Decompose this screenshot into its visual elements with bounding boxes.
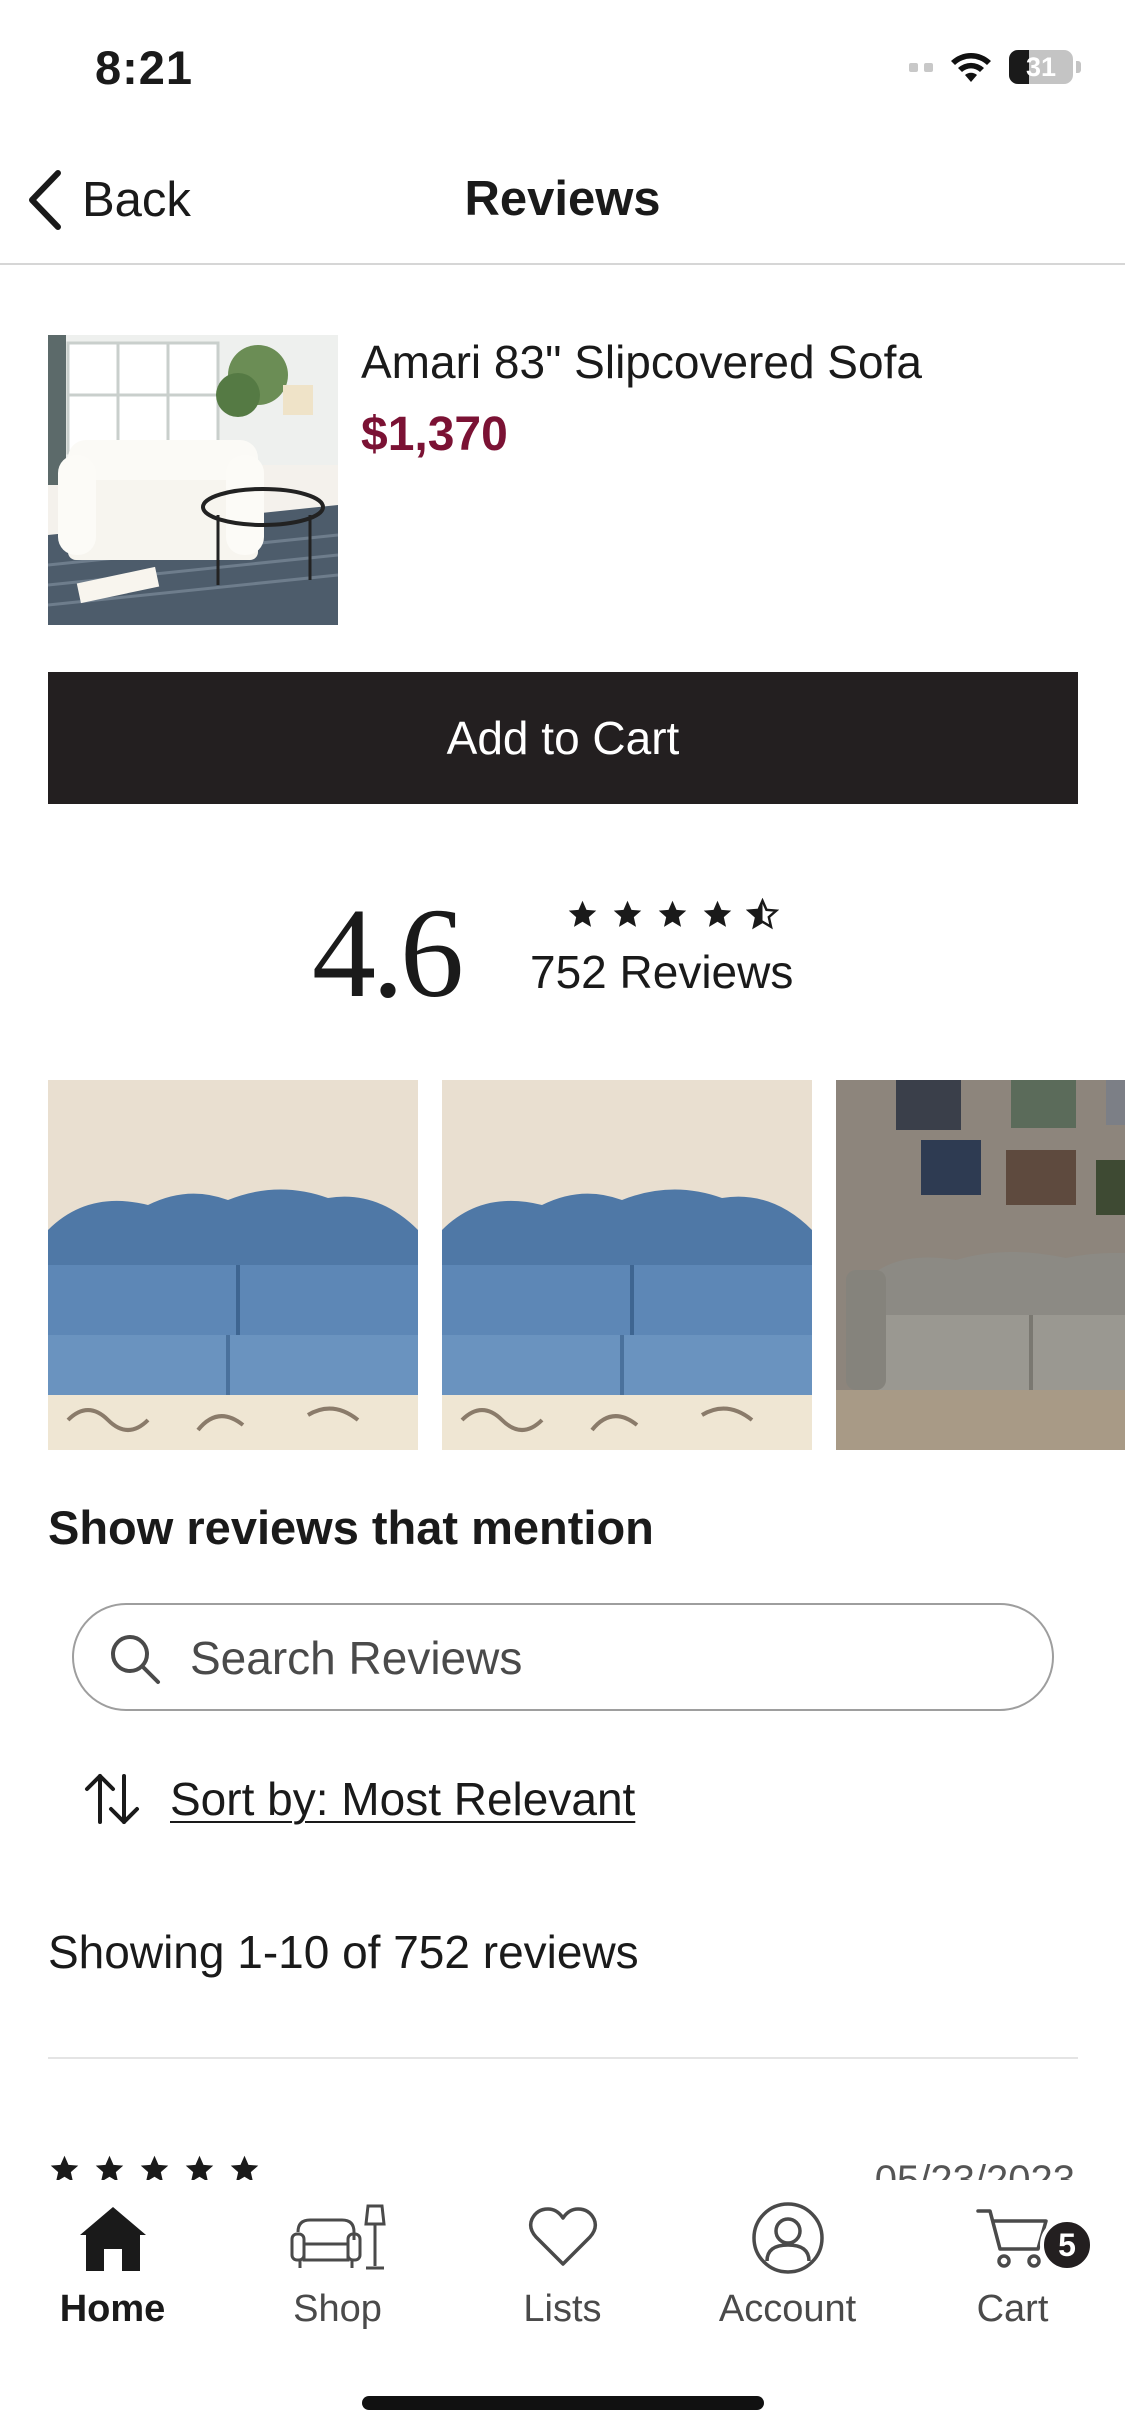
mention-heading: Show reviews that mention (48, 1501, 654, 1554)
tab-label-account: Account (718, 2288, 857, 2330)
average-rating: 4.6 (312, 882, 464, 1024)
status-bar: 8:21 31 (0, 0, 1125, 135)
product-price: $1,370 (361, 408, 508, 461)
star-half-icon (746, 898, 779, 930)
battery-icon: 31 (1009, 50, 1073, 84)
review-count[interactable]: 752 Reviews (530, 945, 793, 999)
cart-count-badge: 5 (1040, 2218, 1094, 2272)
add-to-cart-button[interactable]: Add to Cart (48, 672, 1078, 804)
cart-icon (975, 2209, 1048, 2268)
person-icon (751, 2202, 824, 2274)
home-indicator[interactable] (362, 2396, 764, 2410)
review-photo-gray-sofa[interactable] (836, 1080, 1125, 1450)
house-icon (79, 2207, 146, 2271)
divider (48, 2057, 1078, 2059)
sort-button[interactable]: Sort by: Most Relevant (82, 1770, 635, 1828)
results-count: Showing 1-10 of 752 reviews (48, 1926, 639, 1978)
back-label: Back (82, 173, 191, 227)
search-reviews-field[interactable] (72, 1603, 1054, 1711)
product-summary: Amari 83" Slipcovered Sofa $1,370 (48, 335, 1078, 625)
star-icon (613, 900, 642, 927)
sofa-lamp-icon (290, 2204, 386, 2270)
star-icon (568, 900, 597, 927)
tab-label-cart: Cart (976, 2288, 1049, 2330)
battery-cap (1076, 61, 1081, 73)
product-image[interactable] (48, 335, 338, 625)
search-icon (111, 1635, 160, 1684)
product-name[interactable]: Amari 83" Slipcovered Sofa (361, 335, 922, 389)
tab-home[interactable]: Home (0, 2198, 225, 2348)
tab-label-lists: Lists (523, 2288, 602, 2330)
status-icons: 31 (909, 50, 1081, 84)
tab-label-shop: Shop (293, 2288, 382, 2330)
tab-cart[interactable]: Cart 5 (900, 2198, 1125, 2348)
sort-label: Sort by: Most Relevant (170, 1773, 636, 1825)
star-icon (703, 900, 732, 927)
sort-arrows-icon (85, 1774, 139, 1824)
heart-icon (528, 2207, 597, 2266)
cellular-signal-icon (909, 62, 933, 72)
tab-account[interactable]: Account (675, 2198, 900, 2348)
navigation-bar: Back Reviews (0, 135, 1125, 265)
search-reviews-input[interactable] (190, 1625, 1010, 1691)
battery-percent: 31 (1025, 51, 1057, 82)
tab-shop[interactable]: Shop (225, 2198, 450, 2348)
back-button[interactable]: Back (26, 165, 191, 235)
star-icon (658, 900, 687, 927)
wifi-icon (951, 53, 991, 82)
review-photo-blue-sofa-2[interactable] (442, 1080, 812, 1450)
chevron-left-icon (29, 170, 61, 230)
rating-stars (566, 898, 779, 931)
status-time: 8:21 (95, 41, 194, 94)
tab-label-home: Home (59, 2288, 166, 2330)
review-photo-blue-sofa-1[interactable] (48, 1080, 418, 1450)
review-photos-carousel[interactable] (48, 1080, 1125, 1450)
tab-lists[interactable]: Lists (450, 2198, 675, 2348)
